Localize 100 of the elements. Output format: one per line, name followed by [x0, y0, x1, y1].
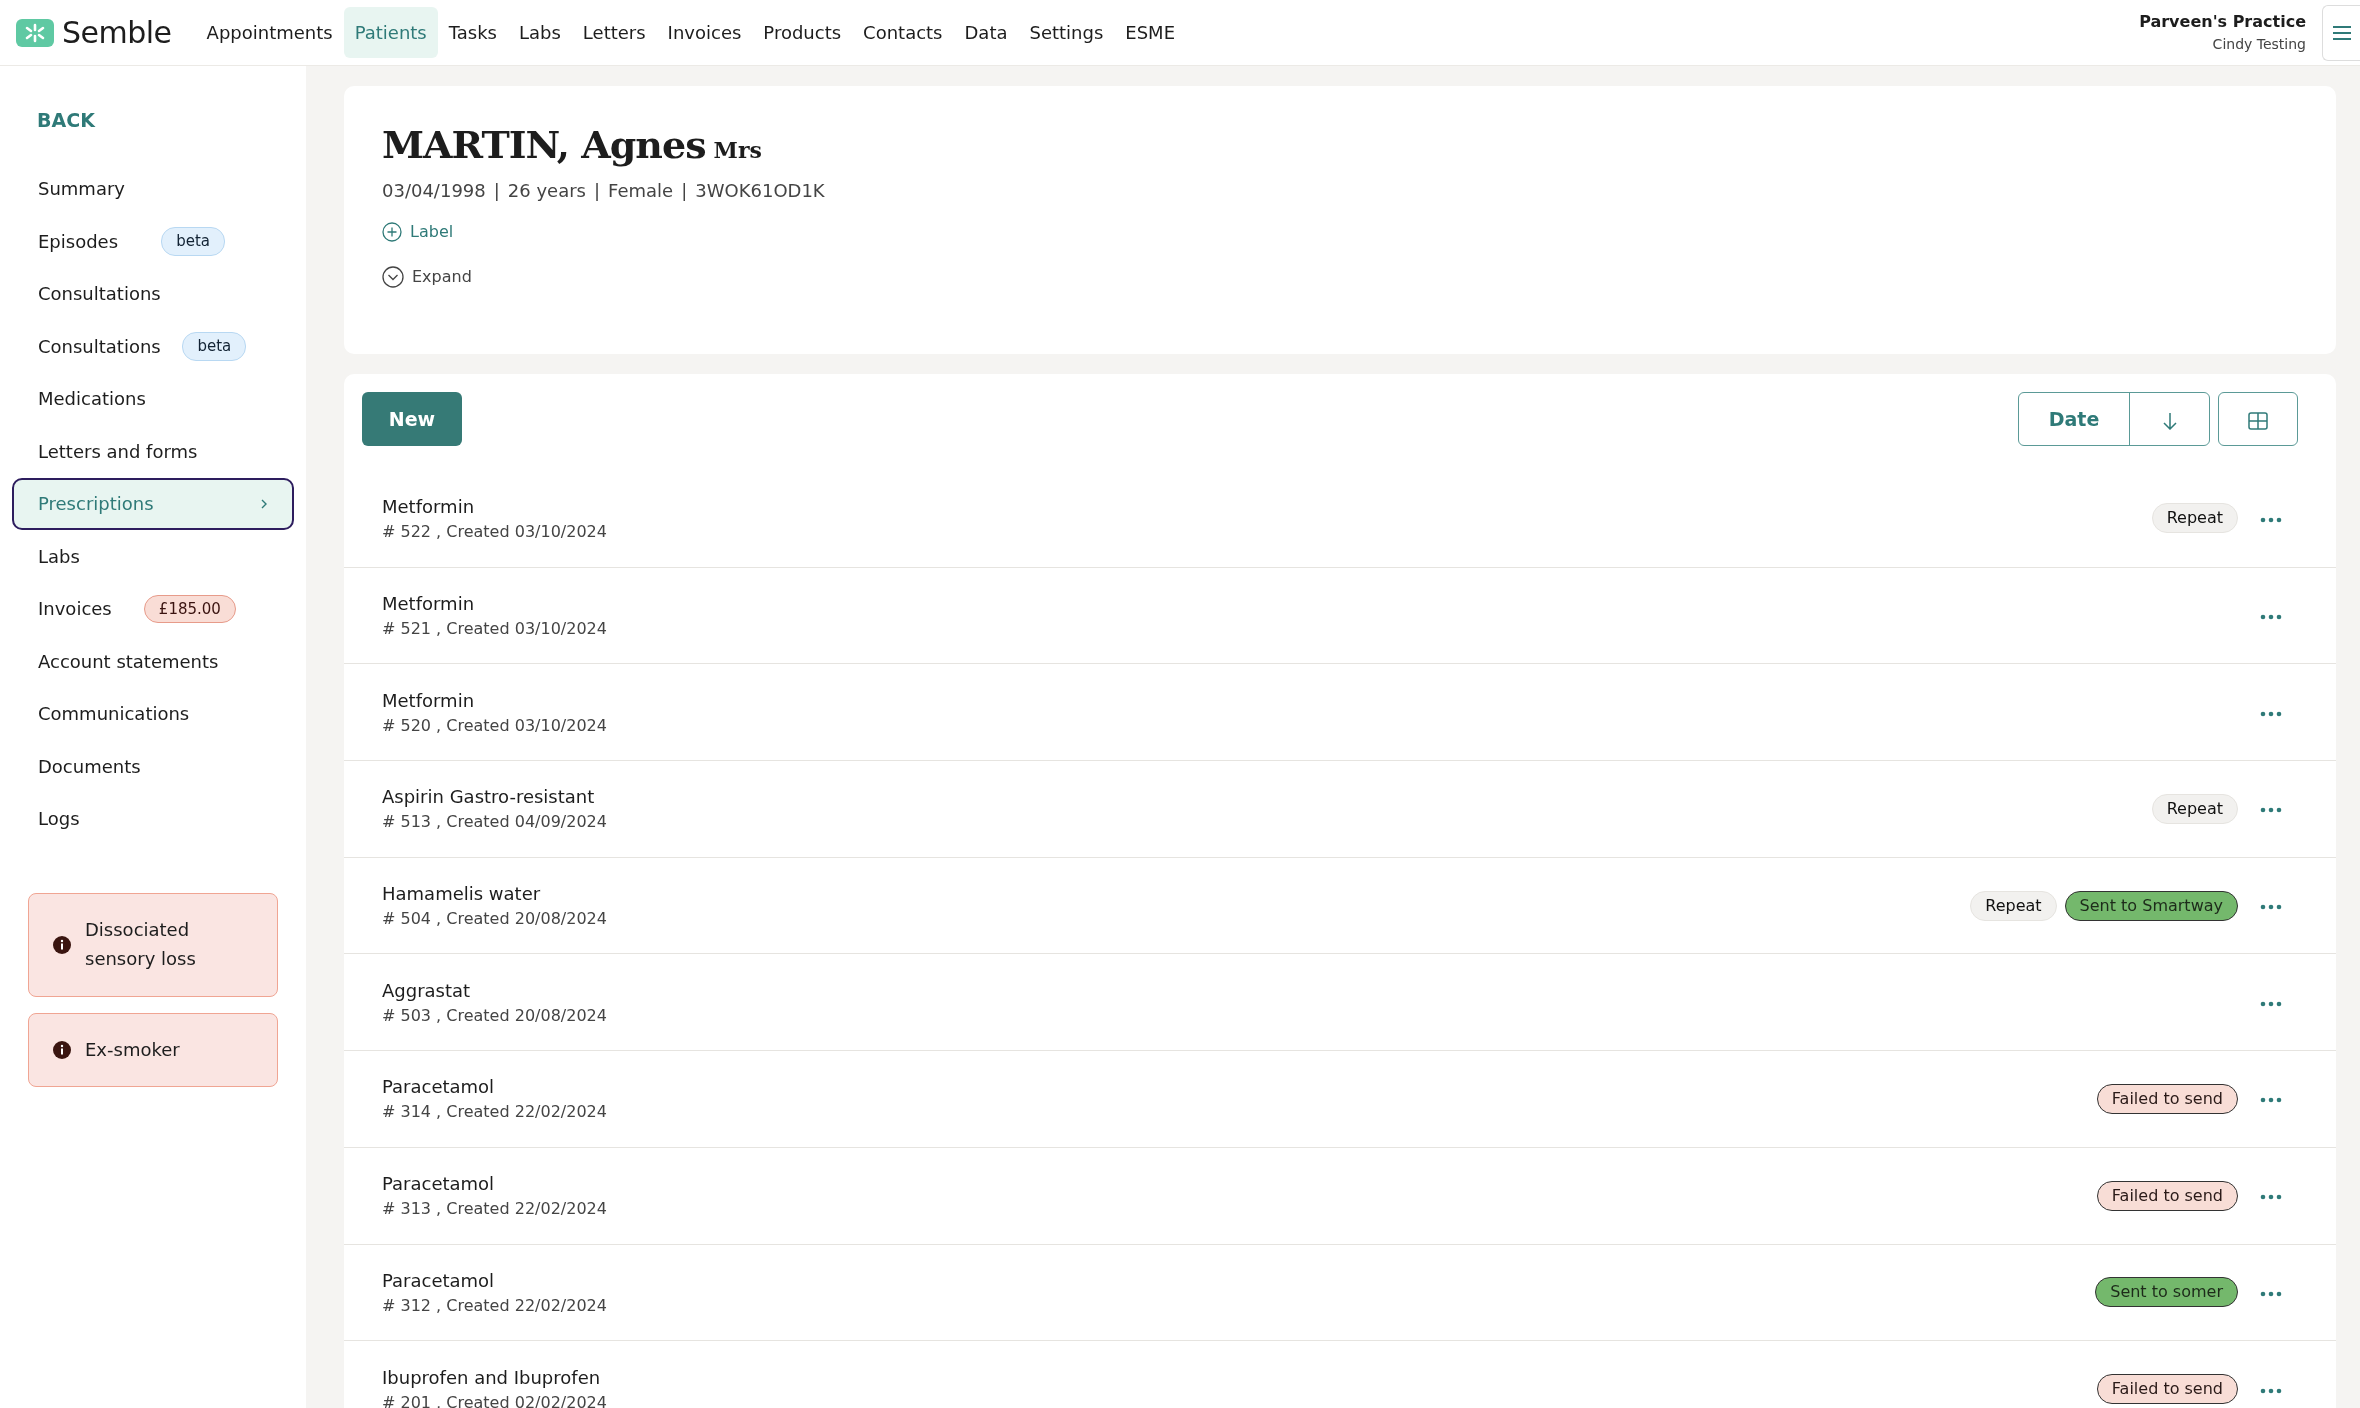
sidebar-item[interactable]: Consultations beta	[12, 320, 294, 373]
patient-detail: 26 years	[507, 179, 586, 203]
sidebar-item[interactable]: Account statements	[12, 635, 294, 688]
separator: |	[594, 179, 601, 203]
sidebar-item[interactable]: Labs	[12, 530, 294, 583]
status-tag: Failed to send	[2096, 1180, 2238, 1211]
more-icon	[2260, 1387, 2282, 1394]
prescription-meta: # 513 , Created 04/09/2024	[382, 811, 607, 834]
status-tag: Repeat	[1970, 890, 2057, 921]
more-icon	[2260, 614, 2282, 621]
nav-link[interactable]: Settings	[1018, 7, 1115, 58]
more-icon	[2260, 904, 2282, 911]
nav-link[interactable]: Data	[953, 7, 1019, 58]
status-tag: Sent to Smartway	[2064, 890, 2238, 921]
more-icon	[2260, 1097, 2282, 1104]
back-link[interactable]: BACK	[12, 106, 95, 135]
sidebar-item[interactable]: Communications	[12, 687, 294, 740]
alert-text: Ex-smoker	[85, 1037, 180, 1062]
sidebar-item[interactable]: Invoices £185.00	[12, 582, 294, 635]
nav-link[interactable]: Products	[752, 7, 853, 58]
new-button[interactable]: New	[362, 392, 462, 446]
prescription-name: Metformin	[382, 688, 476, 713]
prescription-row[interactable]: Paracetamol # 312 , Created 22/02/2024 Sent to somer	[344, 1243, 2336, 1341]
patient-detail: 03/04/1998	[382, 179, 486, 203]
nav-link[interactable]: Invoices	[656, 7, 753, 58]
patient-detail: Female	[608, 179, 674, 203]
prescription-row[interactable]: Metformin # 521 , Created 03/10/2024	[344, 566, 2336, 664]
layout-button[interactable]	[2218, 392, 2298, 446]
prescription-name: Ibuprofen and Ibuprofen	[382, 1365, 602, 1390]
nav-link[interactable]: Appointments	[195, 7, 344, 58]
prescription-meta: # 520 , Created 03/10/2024	[382, 714, 607, 737]
info-icon	[53, 1041, 71, 1059]
sidebar-item[interactable]: Consultations	[12, 267, 294, 320]
prescription-row[interactable]: Paracetamol # 313 , Created 22/02/2024 Failed to send	[344, 1146, 2336, 1244]
prescription-name: Hamamelis water	[382, 882, 542, 907]
sidebar-badge: £185.00	[143, 594, 236, 623]
chevron-circle-icon	[382, 266, 404, 288]
prescription-row[interactable]: Metformin # 520 , Created 03/10/2024	[344, 663, 2336, 761]
prescription-name: Metformin	[382, 592, 476, 617]
status-tag: Sent to somer	[2095, 1277, 2238, 1308]
more-icon	[2260, 1000, 2282, 1007]
info-icon	[53, 935, 71, 954]
nav-link[interactable]: Labs	[507, 7, 572, 58]
sidebar-badge: beta	[182, 332, 247, 361]
more-icon	[2260, 807, 2282, 814]
more-icon	[2260, 1290, 2282, 1297]
user-name: Cindy Testing	[2211, 35, 2306, 54]
more-icon	[2260, 710, 2282, 717]
prescription-row[interactable]: Aggrastat # 503 , Created 20/08/2024	[344, 953, 2336, 1051]
sidebar-item[interactable]: Letters and forms	[12, 425, 294, 478]
more-icon	[2260, 516, 2282, 523]
menu-icon	[2332, 24, 2351, 41]
prescription-row[interactable]: Aspirin Gastro-resistant # 513 , Created 04/09/2024 Repeat	[344, 760, 2336, 857]
status-tag: Repeat	[2151, 503, 2238, 534]
separator: |	[493, 179, 500, 203]
brand-name: Semble	[62, 14, 172, 52]
patient-name: MARTIN, Agnes	[382, 121, 706, 169]
status-tag: Failed to send	[2096, 1374, 2238, 1405]
prescription-name: Aspirin Gastro-resistant	[382, 785, 596, 810]
sidebar-item[interactable]: Logs	[12, 792, 294, 845]
sidebar-item[interactable]: Medications	[12, 372, 294, 425]
prescription-meta: # 312 , Created 22/02/2024	[382, 1294, 607, 1317]
prescription-meta: # 314 , Created 22/02/2024	[382, 1101, 607, 1124]
prescription-meta: # 504 , Created 20/08/2024	[382, 908, 607, 931]
prescription-name: Paracetamol	[382, 1172, 496, 1197]
prescription-row[interactable]: Paracetamol # 314 , Created 22/02/2024 Failed to send	[344, 1050, 2336, 1147]
nav-link[interactable]: Tasks	[437, 7, 508, 58]
nav-link[interactable]: Patients	[343, 7, 438, 58]
prescription-meta: # 313 , Created 22/02/2024	[382, 1198, 607, 1221]
alert-text: Dissociated sensory loss	[85, 918, 197, 971]
status-tag: Repeat	[2151, 793, 2238, 824]
prescription-meta: # 522 , Created 03/10/2024	[382, 520, 607, 543]
prescription-meta: # 503 , Created 20/08/2024	[382, 1004, 607, 1027]
sidebar-badge: beta	[161, 227, 225, 256]
menu-button[interactable]	[2322, 4, 2360, 61]
prescription-name: Aggrastat	[382, 978, 472, 1003]
more-icon	[2260, 1194, 2282, 1201]
plus-circle-icon	[382, 222, 402, 242]
sidebar-item[interactable]: Documents	[12, 740, 294, 793]
grid-icon	[2248, 411, 2268, 430]
nav-link[interactable]: ESME	[1114, 7, 1186, 58]
nav-link[interactable]: Letters	[571, 7, 657, 58]
sidebar-item[interactable]: Episodes beta	[12, 215, 294, 268]
expand-link[interactable]: Expand	[382, 265, 472, 289]
patient-title: Mrs	[713, 136, 762, 165]
separator: |	[681, 179, 688, 203]
arrow-down-icon	[2162, 411, 2177, 430]
prescription-row[interactable]: Hamamelis water # 504 , Created 20/08/2024 Repeat Sent to Smartway	[344, 856, 2336, 954]
prescription-row[interactable]: Metformin # 522 , Created 03/10/2024 Repeat	[344, 470, 2336, 567]
prescription-name: Paracetamol	[382, 1268, 496, 1293]
patient-detail: 3WOK61OD1K	[695, 179, 825, 203]
nav-link[interactable]: Contacts	[852, 7, 954, 58]
prescription-name: Paracetamol	[382, 1075, 496, 1100]
practice-name: Parveen's Practice	[2139, 11, 2306, 33]
status-tag: Failed to send	[2096, 1083, 2238, 1114]
logo-icon	[16, 18, 54, 47]
add-label-link[interactable]: Label	[382, 220, 454, 244]
prescription-name: Metformin	[382, 494, 476, 519]
sidebar-item[interactable]: Prescriptions	[12, 477, 294, 530]
sidebar-item[interactable]: Summary	[12, 162, 294, 215]
